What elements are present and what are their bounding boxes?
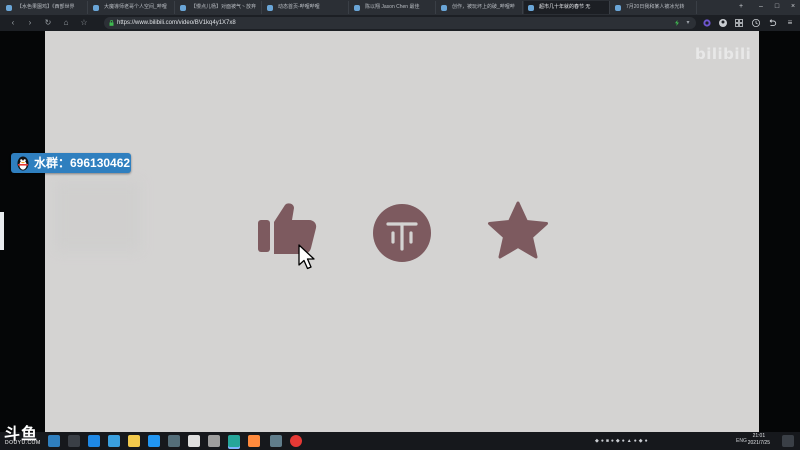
lightning-icon[interactable] <box>674 20 680 26</box>
browser-tab[interactable]: 创作，被玩坏上的破_哔哩哔 <box>437 1 523 14</box>
system-tray-icons[interactable]: ◆●■●◆●▲●◆● <box>595 435 650 447</box>
app-icon[interactable] <box>188 435 200 447</box>
browser-tab-active[interactable]: 超市几十年就的春节 无 <box>524 1 610 14</box>
tab-label: 陈以翔 Jason Chen 最佳 <box>365 4 420 10</box>
tab-favicon-icon <box>354 4 360 11</box>
tab-favicon-icon <box>93 4 99 11</box>
extension-icon[interactable] <box>702 18 712 28</box>
qq-penguin-icon <box>17 156 29 171</box>
apps-grid-icon[interactable] <box>734 18 744 28</box>
netease-music-icon[interactable] <box>290 435 302 447</box>
steam-icon[interactable] <box>168 435 180 447</box>
maximize-icon[interactable]: □ <box>772 2 782 12</box>
blurred-overlay <box>55 181 140 251</box>
tab-favicon-icon <box>441 4 447 11</box>
bookmark-star-icon[interactable]: ☆ <box>79 18 89 28</box>
taskview-icon[interactable] <box>68 435 80 447</box>
tab-favicon-icon <box>180 4 186 11</box>
browser-toolbar: ‹ › ↻ ⌂ ☆ https://www.bilibili.com/video… <box>0 15 800 31</box>
tab-label: 7月20日我和某人被冰光转 <box>626 4 685 10</box>
profile-icon[interactable] <box>718 18 728 28</box>
tab-favicon-icon <box>6 4 12 11</box>
address-bar[interactable]: https://www.bilibili.com/video/BV1kq4y1X… <box>104 17 696 29</box>
bilibili-watermark: bilibili <box>695 45 752 63</box>
star-favorite-icon[interactable] <box>487 201 549 261</box>
browser-app-icon[interactable] <box>88 435 100 447</box>
video-player[interactable]: bilibili <box>45 31 759 432</box>
tab-favicon-icon <box>267 4 273 11</box>
browser-tab[interactable]: 【水色果園鸡】《西部世界 <box>2 1 88 14</box>
clock-time: 21:01 <box>752 433 766 439</box>
windows-taskbar: ◆●■●◆●▲●◆● ENG 21:01 2021/7/25 <box>0 432 800 450</box>
app-icon[interactable] <box>108 435 120 447</box>
mouse-cursor-icon <box>298 244 315 270</box>
menu-icon[interactable]: ≡ <box>785 18 795 28</box>
browser-tab[interactable]: 【慢点儿杨】对面被气丶放弃 <box>176 1 262 14</box>
forward-icon[interactable]: › <box>25 18 35 28</box>
app-icon[interactable] <box>208 435 220 447</box>
tab-favicon-icon <box>615 4 621 11</box>
browser-tab[interactable]: 动态首页-哔哩哔哩 <box>263 1 349 14</box>
dropdown-chevron-icon[interactable]: ▾ <box>684 19 692 27</box>
tab-label: 动态首页-哔哩哔哩 <box>278 4 320 10</box>
tab-label: 【慢点儿杨】对面被气丶放弃 <box>191 4 257 10</box>
app-icon[interactable] <box>270 435 282 447</box>
notification-icon[interactable] <box>782 435 794 447</box>
clock-date: 2021/7/25 <box>747 440 770 446</box>
qq-group-text: 水群：696130462 <box>34 156 131 170</box>
app-icon[interactable] <box>148 435 160 447</box>
douyu-logo-subtext: DOUYU.COM <box>5 440 41 446</box>
coin-icon[interactable] <box>372 203 432 263</box>
tab-label: 【水色果園鸡】《西部世界 <box>17 4 75 10</box>
folder-icon[interactable] <box>128 435 140 447</box>
language-indicator[interactable]: ENG <box>736 435 747 447</box>
start-icon[interactable] <box>48 435 60 447</box>
app-icon[interactable] <box>248 435 260 447</box>
tab-favicon-icon <box>528 4 534 11</box>
tab-label: 超市几十年就的春节 无 <box>539 4 591 10</box>
minimize-icon[interactable]: – <box>756 2 766 12</box>
tab-label: 大魔導师老哥个人空间_哔哩 <box>104 4 167 10</box>
home-icon[interactable]: ⌂ <box>61 18 71 28</box>
browser-tab[interactable]: 7月20日我和某人被冰光转 <box>611 1 697 14</box>
active-app-icon[interactable] <box>228 435 240 447</box>
reload-icon[interactable]: ↻ <box>43 18 53 28</box>
lock-icon <box>109 20 114 26</box>
undo-icon[interactable] <box>767 18 777 28</box>
qq-group-badge: 水群：696130462 <box>11 153 131 173</box>
taskbar-clock[interactable]: 21:01 2021/7/25 <box>748 433 770 447</box>
history-icon[interactable] <box>751 18 761 28</box>
tab-label: 创作，被玩坏上的破_哔哩哔 <box>452 4 515 10</box>
url-text: https://www.bilibili.com/video/BV1kq4y1X… <box>117 20 236 26</box>
browser-tab[interactable]: 陈以翔 Jason Chen 最佳 <box>350 1 436 14</box>
new-tab-icon[interactable]: + <box>736 2 746 12</box>
side-panel-edge <box>0 212 4 250</box>
close-icon[interactable]: × <box>788 2 798 12</box>
back-icon[interactable]: ‹ <box>8 18 18 28</box>
browser-tab-bar: 【水色果園鸡】《西部世界 大魔導师老哥个人空间_哔哩 【慢点儿杨】对面被气丶放弃… <box>0 0 800 15</box>
browser-tab[interactable]: 大魔導师老哥个人空间_哔哩 <box>89 1 175 14</box>
